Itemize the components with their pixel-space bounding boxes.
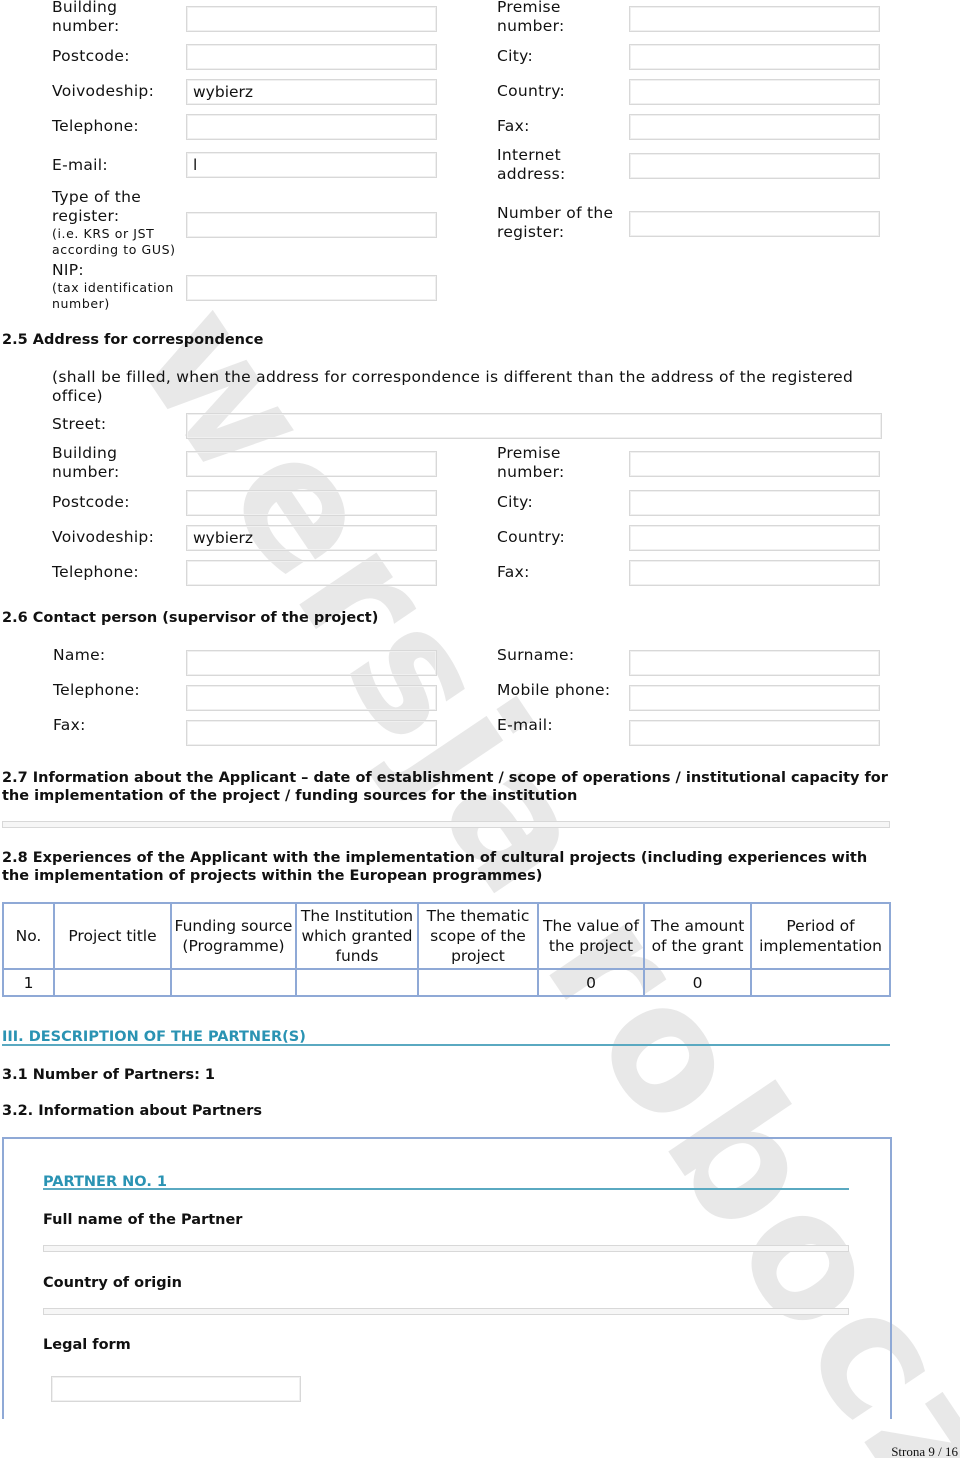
- legal-form-label: Legal form: [43, 1337, 131, 1353]
- register-number-input[interactable]: [629, 211, 880, 237]
- cell-period[interactable]: [750, 968, 891, 997]
- name-label: Name:: [53, 646, 106, 664]
- voivodeship-select[interactable]: wybierz: [186, 79, 437, 105]
- street-label: Street:: [52, 415, 107, 433]
- city-label: City:: [497, 47, 533, 65]
- corr-city-label: City:: [497, 493, 533, 511]
- applicant-info-field[interactable]: [2, 821, 890, 828]
- country-of-origin-label: Country of origin: [43, 1275, 182, 1291]
- register-number-label: Number of the register:: [497, 204, 614, 241]
- telephone-label: Telephone:: [52, 117, 139, 135]
- mobile-phone-label: Mobile phone:: [497, 681, 611, 699]
- corr-city-input[interactable]: [629, 490, 880, 516]
- cell-scope[interactable]: [417, 968, 539, 997]
- partners-info-heading: 3.2. Information about Partners: [2, 1103, 262, 1119]
- voivodeship-label: Voivodeship:: [52, 82, 155, 100]
- partners-count: 3.1 Number of Partners: 1: [2, 1067, 216, 1083]
- corr-fax-label: Fax:: [497, 563, 530, 581]
- corr-telephone-label: Telephone:: [52, 563, 139, 581]
- premise-number-input[interactable]: [629, 6, 880, 32]
- country-of-origin-field[interactable]: [43, 1308, 849, 1315]
- legal-form-input[interactable]: [51, 1376, 301, 1402]
- partner-title-underline: [43, 1188, 849, 1190]
- section-2-7-heading: 2.7 Information about the Applicant – da…: [2, 770, 888, 804]
- contact-telephone-label: Telephone:: [53, 681, 140, 699]
- corr-building-number-label: Building number:: [52, 444, 120, 481]
- building-number-label: Building number:: [52, 0, 120, 35]
- contact-fax-input[interactable]: [186, 720, 437, 746]
- col-header-institution: The Institution which granted funds: [295, 902, 419, 970]
- contact-fax-label: Fax:: [53, 716, 86, 734]
- city-input[interactable]: [629, 44, 880, 70]
- register-type-label: Type of the register: (i.e. KRS or JST ac…: [52, 188, 182, 258]
- cell-value[interactable]: 0: [537, 968, 645, 997]
- register-type-text: Type of the register:: [52, 188, 142, 225]
- postcode-label: Postcode:: [52, 47, 130, 65]
- col-header-scope: The thematic scope of the project: [417, 902, 539, 970]
- name-input[interactable]: [186, 650, 437, 676]
- internet-address-input[interactable]: [629, 153, 880, 179]
- col-header-grant: The amount of the grant: [643, 902, 752, 970]
- corr-postcode-input[interactable]: [186, 490, 437, 516]
- page-number: Strona 9 / 16: [891, 1444, 958, 1458]
- document-page: wersja robocza Building number: Premise …: [0, 0, 960, 1458]
- col-header-title: Project title: [53, 902, 172, 970]
- cell-funding[interactable]: [170, 968, 297, 997]
- correspondence-note: (shall be filled, when the address for c…: [52, 368, 854, 405]
- section-2-8-heading: 2.8 Experiences of the Applicant with th…: [2, 850, 868, 884]
- nip-text: NIP:: [52, 261, 84, 279]
- section-2-5-heading: 2.5 Address for correspondence: [2, 332, 264, 348]
- col-header-funding: Funding source (Programme): [170, 902, 297, 970]
- street-input[interactable]: [186, 413, 882, 439]
- col-header-value: The value of the project: [537, 902, 645, 970]
- corr-voivodeship-select[interactable]: wybierz: [186, 525, 437, 551]
- corr-postcode-label: Postcode:: [52, 493, 130, 511]
- surname-label: Surname:: [497, 646, 575, 664]
- section-3-underline: [2, 1044, 890, 1046]
- corr-premise-number-input[interactable]: [629, 451, 880, 477]
- corr-telephone-input[interactable]: [186, 560, 437, 586]
- premise-number-label: Premise number:: [497, 0, 565, 35]
- col-header-period: Period of implementation: [750, 902, 891, 970]
- internet-address-label: Internet address:: [497, 146, 566, 183]
- cell-no: 1: [2, 968, 55, 997]
- experiences-table: No. Project title Funding source (Progra…: [2, 902, 891, 997]
- corr-fax-input[interactable]: [629, 560, 880, 586]
- contact-telephone-input[interactable]: [186, 685, 437, 711]
- section-2-6-heading: 2.6 Contact person (supervisor of the pr…: [2, 610, 379, 626]
- building-number-input[interactable]: [186, 6, 437, 32]
- corr-voivodeship-label: Voivodeship:: [52, 528, 155, 546]
- country-label: Country:: [497, 82, 566, 100]
- nip-label: NIP: (tax identification number): [52, 261, 182, 312]
- col-header-no: No.: [2, 902, 55, 970]
- fax-input[interactable]: [629, 114, 880, 140]
- full-name-label: Full name of the Partner: [43, 1212, 243, 1228]
- surname-input[interactable]: [629, 650, 880, 676]
- contact-email-label: E-mail:: [497, 716, 553, 734]
- country-input[interactable]: [629, 79, 880, 105]
- cell-title[interactable]: [53, 968, 172, 997]
- corr-building-number-input[interactable]: [186, 451, 437, 477]
- corr-premise-number-label: Premise number:: [497, 444, 565, 481]
- email-input[interactable]: l: [186, 152, 437, 178]
- corr-country-input[interactable]: [629, 525, 880, 551]
- mobile-phone-input[interactable]: [629, 685, 880, 711]
- postcode-input[interactable]: [186, 44, 437, 70]
- cell-grant[interactable]: 0: [643, 968, 752, 997]
- nip-input[interactable]: [186, 275, 437, 301]
- register-type-hint: (i.e. KRS or JST according to GUS): [52, 226, 176, 257]
- table-header-row: No. Project title Funding source (Progra…: [2, 902, 891, 970]
- table-row: 1 0 0: [2, 968, 891, 997]
- contact-email-input[interactable]: [629, 720, 880, 746]
- register-type-input[interactable]: [186, 212, 437, 238]
- corr-country-label: Country:: [497, 528, 566, 546]
- fax-label: Fax:: [497, 117, 530, 135]
- full-name-field[interactable]: [43, 1245, 849, 1252]
- cell-institution[interactable]: [295, 968, 419, 997]
- telephone-input[interactable]: [186, 114, 437, 140]
- email-label: E-mail:: [52, 156, 108, 174]
- nip-hint: (tax identification number): [52, 280, 174, 311]
